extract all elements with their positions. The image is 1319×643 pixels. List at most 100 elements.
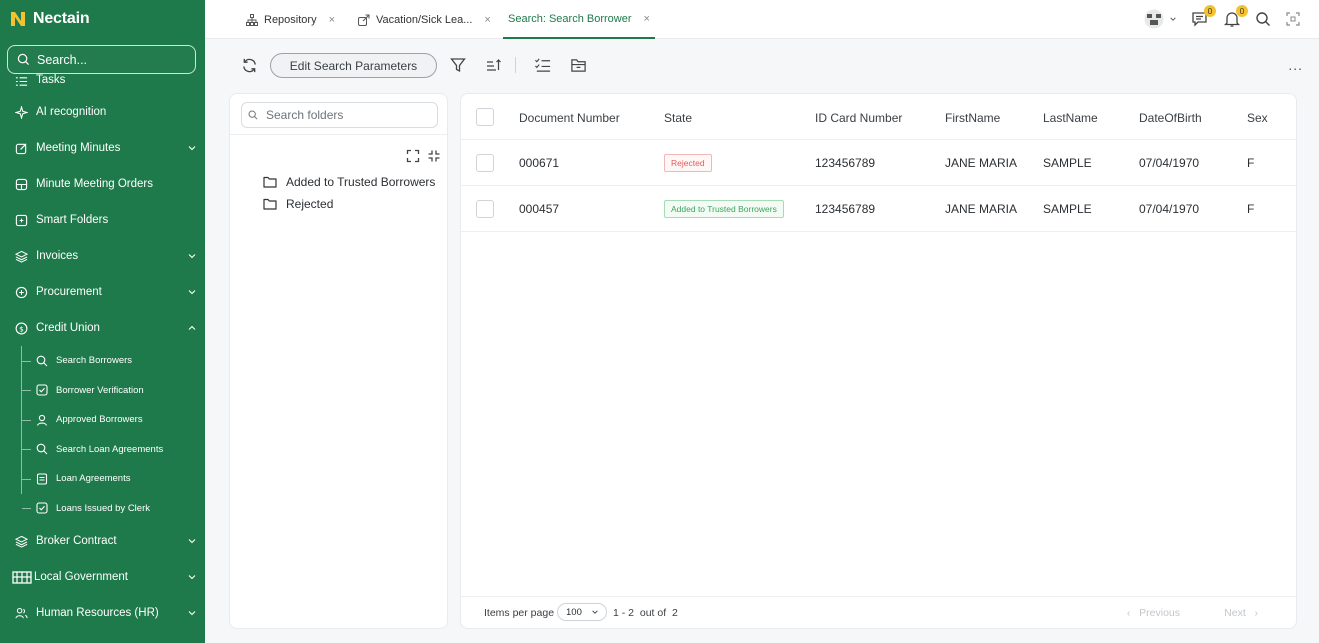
user-avatar[interactable] <box>1143 9 1177 29</box>
sparkle-icon <box>14 105 28 119</box>
chevron-down-icon <box>188 254 196 259</box>
sidebar-item-approved-borrowers[interactable]: Approved Borrowers <box>22 405 205 435</box>
grid-icon <box>14 177 28 191</box>
column-header-state[interactable]: State <box>664 111 692 125</box>
folder-label: Rejected <box>286 197 334 211</box>
search-icon <box>36 443 48 455</box>
chevron-down-icon <box>592 610 598 614</box>
verify-icon <box>36 384 48 396</box>
page-range-value: 1 - 2 <box>613 607 635 619</box>
fullscreen-icon[interactable] <box>1285 11 1301 27</box>
status-badge: Rejected <box>664 154 712 172</box>
sidebar-item-meeting-minutes[interactable]: Meeting Minutes <box>0 130 205 166</box>
sidebar-item-procurement[interactable]: Procurement <box>0 274 205 310</box>
tab-search-borrower[interactable]: Search: Search Borrower × <box>503 0 655 39</box>
first-name-cell: JANE MARIA <box>945 202 1018 216</box>
folder-item-rejected[interactable]: Rejected <box>263 195 333 213</box>
column-header-sex[interactable]: Sex <box>1247 111 1268 125</box>
sidebar-item-search-borrowers[interactable]: Search Borrowers <box>22 346 205 376</box>
credit-union-submenu: Search Borrowers Borrower Verification A… <box>0 346 205 523</box>
tab-repository[interactable]: Repository × <box>246 0 335 39</box>
sidebar-item-borrower-verification[interactable]: Borrower Verification <box>22 376 205 406</box>
sidebar-search-input[interactable]: Search... <box>7 45 196 74</box>
user-icon <box>36 414 48 426</box>
document-number-cell: 000671 <box>519 156 560 170</box>
collapse-icon[interactable] <box>427 149 441 163</box>
sidebar-item-label: AI recognition <box>36 106 107 118</box>
search-icon[interactable] <box>1255 11 1271 27</box>
sidebar-item-ai-recognition[interactable]: AI recognition <box>0 94 205 130</box>
close-icon[interactable]: × <box>644 13 650 25</box>
next-label: Next <box>1224 607 1246 619</box>
sort-button[interactable] <box>485 56 503 74</box>
avatar-icon <box>1144 9 1164 29</box>
more-options-button[interactable]: ... <box>1288 57 1303 73</box>
search-icon <box>36 355 48 367</box>
chevron-up-icon <box>188 325 196 330</box>
nectain-logo-icon <box>11 12 25 26</box>
sex-cell: F <box>1247 202 1255 216</box>
chevron-down-icon <box>188 611 196 616</box>
sidebar-item-label: Meeting Minutes <box>36 142 121 154</box>
close-icon[interactable]: × <box>329 14 335 26</box>
search-icon <box>248 110 258 120</box>
building-icon <box>12 570 32 584</box>
folder-search-input[interactable]: Search folders <box>241 102 438 128</box>
refresh-icon <box>242 58 256 72</box>
checklist-button[interactable] <box>533 56 551 74</box>
column-header-first-name[interactable]: FirstName <box>945 111 1000 125</box>
folder-icon <box>263 198 277 210</box>
folder-panel: Search folders Added to Trusted Borrower… <box>229 93 448 629</box>
pagination: Items per page 100 1 - 2 out of 2 ‹ Prev… <box>461 596 1296 628</box>
id-card-cell: 123456789 <box>815 202 876 216</box>
sidebar-item-broker-contract[interactable]: Broker Contract <box>0 523 205 559</box>
search-toolbar: Edit Search Parameters ... <box>205 40 1319 92</box>
toolbar-divider <box>515 57 516 73</box>
date-of-birth-cell: 07/04/1970 <box>1139 202 1200 216</box>
messages-button[interactable]: 0 <box>1191 5 1216 28</box>
next-page-button[interactable]: Next › <box>1224 607 1258 619</box>
sidebar-item-label: Tasks <box>36 74 66 86</box>
divider <box>230 134 447 135</box>
expand-icon[interactable] <box>406 149 420 163</box>
divider <box>461 185 1296 186</box>
column-header-last-name[interactable]: LastName <box>1043 111 1098 125</box>
top-actions: 0 0 <box>1143 5 1301 32</box>
sidebar-item-local-government[interactable]: Local Government <box>0 559 205 595</box>
share-icon <box>358 14 370 26</box>
archive-button[interactable] <box>569 56 587 74</box>
sidebar-item-label: Credit Union <box>36 322 100 334</box>
edit-icon <box>14 141 28 155</box>
sidebar-item-loan-agreements[interactable]: Loan Agreements <box>22 464 205 494</box>
items-per-page-select[interactable]: 100 <box>557 603 607 621</box>
column-header-date-of-birth[interactable]: DateOfBirth <box>1139 111 1202 125</box>
sidebar-item-human-resources[interactable]: Human Resources (HR) <box>0 595 205 631</box>
sidebar-item-credit-union[interactable]: $ Credit Union <box>0 310 205 346</box>
sidebar-item-minute-meeting-orders[interactable]: Minute Meeting Orders <box>0 166 205 202</box>
refresh-button[interactable] <box>240 56 258 74</box>
row-checkbox[interactable] <box>476 200 494 218</box>
divider <box>461 139 1296 140</box>
verify-icon <box>36 502 48 514</box>
sidebar-item-search-loan-agreements[interactable]: Search Loan Agreements <box>22 435 205 465</box>
row-checkbox[interactable] <box>476 154 494 172</box>
close-icon[interactable]: × <box>484 14 490 26</box>
notifications-button[interactable]: 0 <box>1223 5 1248 28</box>
select-all-checkbox[interactable] <box>476 108 494 126</box>
sidebar-subitem-label: Loans Issued by Clerk <box>56 502 150 514</box>
checklist-icon <box>534 58 550 72</box>
tab-vacation-sick-leave[interactable]: Vacation/Sick Lea... × <box>358 0 491 39</box>
sidebar-item-invoices[interactable]: Invoices <box>0 238 205 274</box>
edit-search-parameters-button[interactable]: Edit Search Parameters <box>270 53 437 78</box>
sidebar-item-smart-folders[interactable]: Smart Folders <box>0 202 205 238</box>
sidebar-subitem-label: Loan Agreements <box>56 473 131 485</box>
document-icon <box>36 473 48 485</box>
filter-button[interactable] <box>449 56 467 74</box>
folder-item-trusted[interactable]: Added to Trusted Borrowers <box>263 173 435 191</box>
column-header-id-card-number[interactable]: ID Card Number <box>815 111 902 125</box>
column-header-document-number[interactable]: Document Number <box>519 111 620 125</box>
logo[interactable]: Nectain <box>9 8 90 30</box>
sidebar-item-loans-issued-by-clerk[interactable]: Loans Issued by Clerk <box>22 494 205 524</box>
sort-icon <box>487 59 501 71</box>
previous-page-button[interactable]: ‹ Previous <box>1127 607 1180 619</box>
